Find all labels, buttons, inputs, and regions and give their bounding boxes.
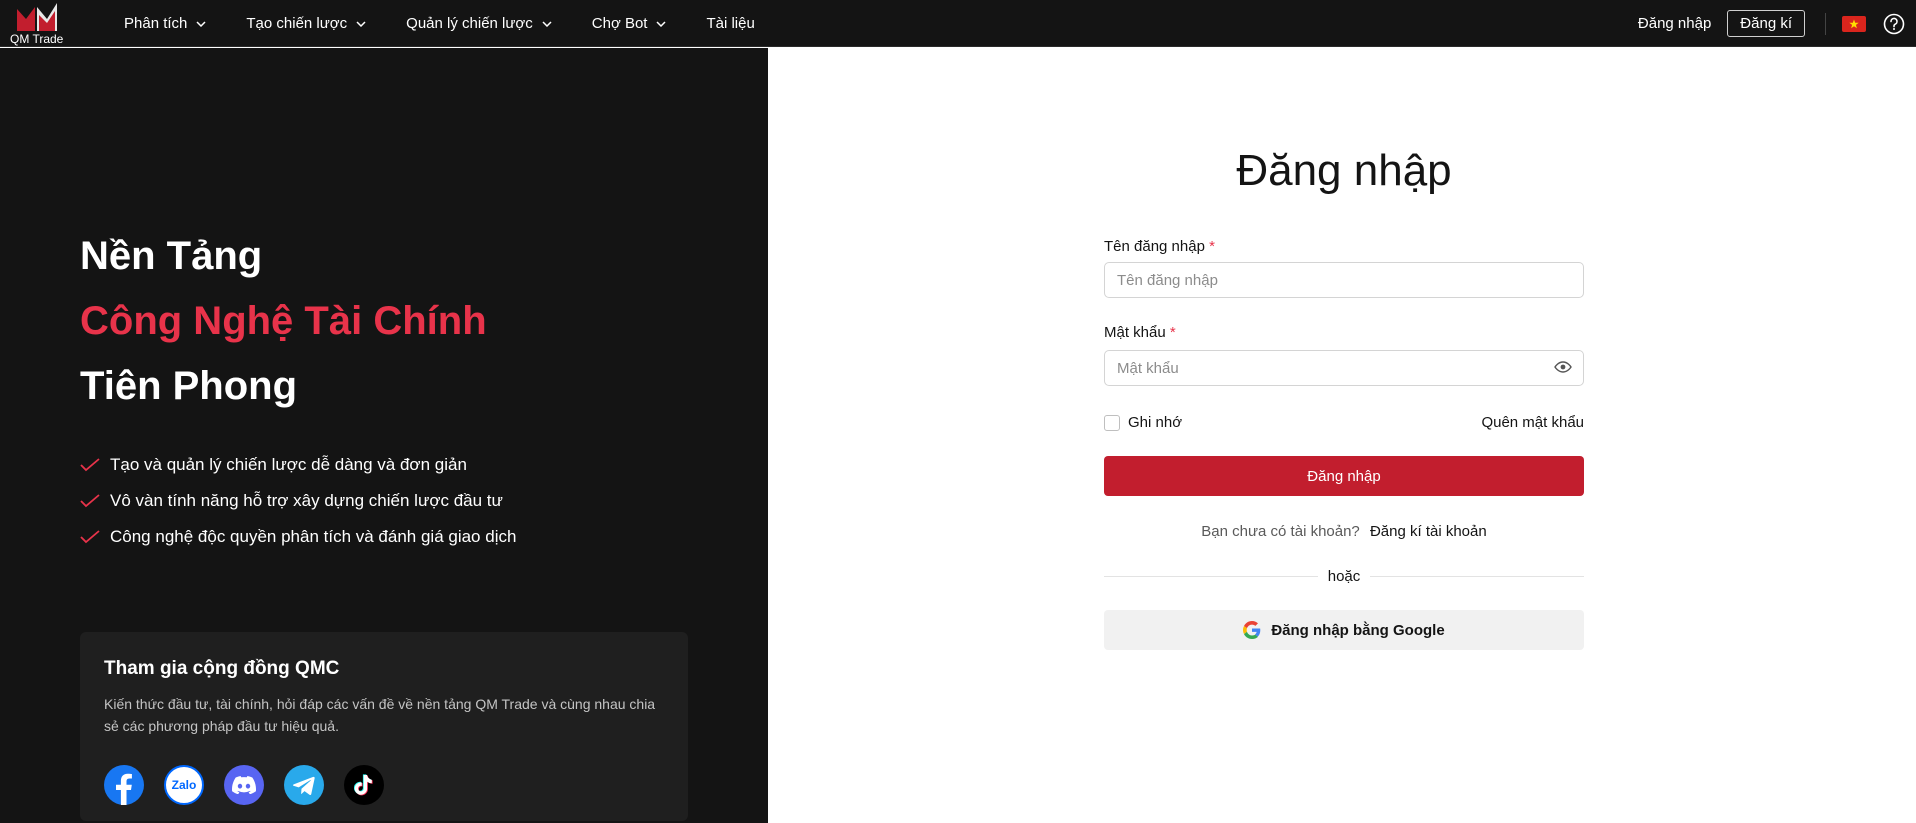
google-login-button[interactable]: Đăng nhập bằng Google [1104, 610, 1584, 650]
forgot-password-link[interactable]: Quên mật khẩu [1481, 414, 1584, 431]
chevron-down-icon [356, 20, 366, 27]
facebook-icon[interactable] [104, 765, 144, 805]
google-icon [1243, 621, 1261, 639]
feature-item: Công nghệ độc quyền phân tích và đánh gi… [80, 519, 516, 555]
nav-item-label: Phân tích [124, 15, 188, 32]
password-label: Mật khẩu * [1104, 324, 1176, 341]
vietnam-flag-icon[interactable] [1842, 15, 1866, 32]
chevron-down-icon [542, 20, 552, 27]
hero-line-2: Công Nghệ Tài Chính [80, 299, 487, 343]
password-input[interactable] [1104, 350, 1584, 386]
nav-item-label: Quản lý chiến lược [406, 15, 533, 32]
divider-line [1104, 575, 1318, 577]
community-title: Tham gia cộng đồng QMC [104, 658, 340, 679]
feature-item: Vô vàn tính năng hỗ trợ xây dựng chiến l… [80, 483, 516, 519]
feature-text: Tạo và quản lý chiến lược dễ dàng và đơn… [110, 455, 467, 474]
login-title: Đăng nhập [1236, 146, 1452, 195]
remember-checkbox[interactable] [1104, 414, 1120, 431]
required-marker: * [1169, 324, 1176, 341]
hero-line-1: Nền Tảng [80, 234, 263, 278]
nav-item-tao-chien-luoc[interactable]: Tạo chiến lược [246, 15, 366, 32]
nav-item-label: Chợ Bot [591, 15, 648, 32]
nav-item-cho-bot[interactable]: Chợ Bot [592, 15, 667, 32]
username-input[interactable] [1104, 262, 1584, 298]
logo-mark-icon [17, 3, 57, 31]
nav-item-label: Tạo chiến lược [246, 15, 348, 32]
nav-item-label: Tài liệu [706, 15, 755, 32]
logo-text: QM Trade [10, 32, 64, 46]
hero-heading: Nền Tảng Công Nghệ Tài Chính Tiên Phong [80, 224, 487, 419]
or-divider: hoặc [1104, 566, 1584, 586]
top-navbar: QM Trade Phân tích Tạo chiến lược Quản l… [0, 0, 1916, 47]
check-icon [80, 530, 100, 544]
required-marker: * [1209, 238, 1215, 255]
social-links: Zalo [104, 765, 664, 805]
check-icon [80, 458, 100, 472]
nav-divider [1825, 12, 1826, 35]
community-card: Tham gia cộng đồng QMC Kiến thức đầu tư,… [80, 632, 688, 821]
or-text: hoặc [1327, 567, 1361, 585]
telegram-icon[interactable] [284, 765, 324, 805]
main-nav: Phân tích Tạo chiến lược Quản lý chiến l… [124, 0, 795, 47]
feature-list: Tạo và quản lý chiến lược dễ dàng và đơn… [80, 447, 516, 555]
divider-line [1370, 575, 1584, 577]
remember-label: Ghi nhớ [1128, 414, 1183, 431]
community-description: Kiến thức đầu tư, tài chính, hỏi đáp các… [104, 696, 656, 734]
google-login-label: Đăng nhập bằng Google [1271, 621, 1445, 639]
chevron-down-icon [196, 20, 206, 27]
nav-item-tai-lieu[interactable]: Tài liệu [706, 15, 754, 32]
nav-right: Đăng nhập Đăng kí [1638, 0, 1916, 47]
hero-panel: Nền Tảng Công Nghệ Tài Chính Tiên Phong … [0, 48, 768, 823]
check-icon [80, 494, 100, 508]
signup-link[interactable]: Đăng kí tài khoản [1370, 523, 1487, 540]
username-label-text: Tên đăng nhập [1104, 238, 1205, 255]
tiktok-icon[interactable] [344, 765, 384, 805]
discord-icon[interactable] [224, 765, 264, 805]
remember-me: Ghi nhớ [1104, 414, 1182, 431]
no-account-text: Bạn chưa có tài khoản? [1201, 523, 1360, 540]
help-icon[interactable] [1883, 13, 1905, 35]
password-label-text: Mật khẩu [1104, 324, 1166, 341]
qm-trade-logo[interactable]: QM Trade [8, 3, 68, 46]
eye-icon[interactable] [1554, 361, 1572, 373]
feature-item: Tạo và quản lý chiến lược dễ dàng và đơn… [80, 447, 516, 483]
star-icon [1849, 19, 1859, 28]
hero-line-3: Tiên Phong [80, 364, 298, 408]
nav-item-quan-ly-chien-luoc[interactable]: Quản lý chiến lược [406, 15, 552, 32]
zalo-icon[interactable]: Zalo [164, 765, 204, 805]
zalo-label: Zalo [171, 778, 197, 792]
username-label: Tên đăng nhập * [1104, 238, 1215, 255]
chevron-down-icon [656, 20, 666, 27]
login-button[interactable]: Đăng nhập [1104, 456, 1584, 496]
nav-login-link[interactable]: Đăng nhập [1638, 15, 1711, 32]
nav-register-button[interactable]: Đăng kí [1727, 10, 1805, 37]
feature-text: Vô vàn tính năng hỗ trợ xây dựng chiến l… [110, 491, 503, 510]
feature-text: Công nghệ độc quyền phân tích và đánh gi… [110, 527, 517, 546]
signup-row: Bạn chưa có tài khoản? Đăng kí tài khoản [1104, 523, 1584, 540]
nav-item-phan-tich[interactable]: Phân tích [124, 15, 206, 32]
